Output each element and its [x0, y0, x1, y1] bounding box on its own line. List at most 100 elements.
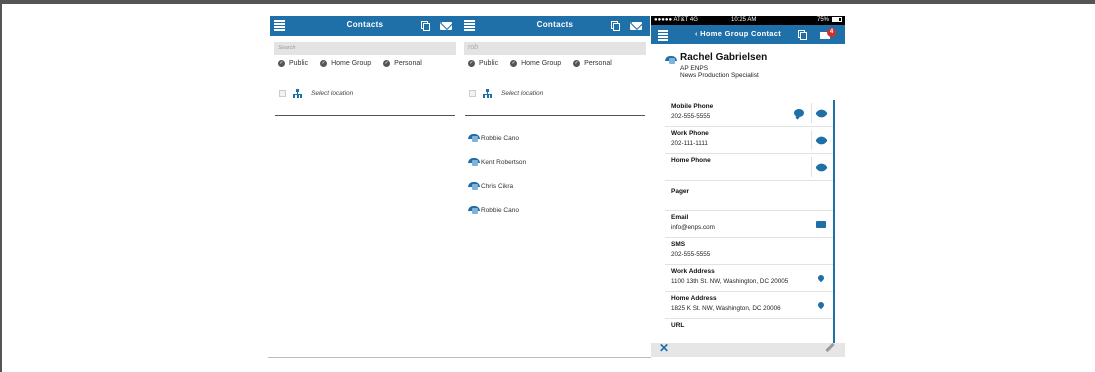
- contact-header: Rachel Gabrielsen AP ENPS News Productio…: [651, 44, 845, 88]
- filter-home-group[interactable]: ✓ Home Group: [320, 60, 371, 67]
- checkmark-icon: ✓: [468, 60, 475, 67]
- checkmark-icon: ✓: [278, 60, 285, 67]
- contact-icon: [468, 206, 480, 214]
- edit-pencil-icon[interactable]: [825, 342, 835, 353]
- window-top-border: [0, 0, 1095, 4]
- back-button[interactable]: ‹ Home Group Contact: [671, 29, 805, 38]
- detail-row-home-phone: Home Phone: [665, 154, 833, 181]
- copy-icon[interactable]: [798, 30, 807, 40]
- envelope-icon: [816, 220, 826, 228]
- copy-icon[interactable]: [421, 21, 430, 31]
- contact-name: Kent Robertson: [481, 158, 527, 166]
- phone-icon: [815, 160, 828, 174]
- org-chart-icon: [293, 89, 302, 98]
- nav-bar: Contacts: [270, 16, 460, 36]
- filter-home-group[interactable]: ✓ Home Group: [510, 60, 561, 67]
- email-button[interactable]: [811, 214, 831, 234]
- map-pin-icon: [816, 273, 826, 283]
- detail-label: Pager: [671, 188, 690, 195]
- mail-icon[interactable]: [630, 22, 642, 30]
- filter-label: Personal: [584, 60, 612, 67]
- detail-row-sms: SMS 202-555-5555: [665, 238, 833, 265]
- detail-value: 1100 13th St. NW, Washington, DC 20005: [671, 278, 789, 285]
- contact-icon: [468, 134, 480, 142]
- list-item[interactable]: Chris Cikra: [460, 174, 650, 198]
- filter-personal[interactable]: ✓ Personal: [573, 60, 612, 67]
- filter-label: Public: [289, 60, 309, 67]
- checkmark-icon: ✓: [383, 60, 391, 67]
- filter-public[interactable]: ✓ Public: [468, 60, 498, 67]
- detail-row-work-phone: Work Phone 202-111-1111: [665, 127, 833, 154]
- detail-value: info@enps.com: [671, 224, 715, 231]
- search-input[interactable]: rob: [464, 42, 646, 55]
- filter-label: Public: [479, 60, 499, 67]
- location-label: Select location: [501, 90, 544, 97]
- filter-label: Personal: [394, 60, 422, 67]
- carrier-text: ●●●●● AT&T 4G: [654, 17, 698, 23]
- contact-name: Robbie Cano: [481, 206, 519, 214]
- detail-label: URL: [671, 322, 685, 329]
- detail-value: 202-555-5555: [671, 251, 711, 258]
- detail-value: 202-111-1111: [671, 140, 708, 147]
- detail-row-mobile-phone: Mobile Phone 202-555-5555: [665, 100, 833, 127]
- call-button[interactable]: [811, 103, 831, 123]
- mail-icon[interactable]: [440, 22, 452, 30]
- contact-icon: [665, 56, 677, 64]
- detail-row-url: URL: [665, 319, 833, 343]
- filter-label: Home Group: [521, 60, 562, 67]
- phone-icon: [815, 133, 828, 147]
- map-button[interactable]: [811, 268, 831, 288]
- checkmark-icon: ✓: [320, 60, 328, 67]
- location-checkbox[interactable]: [279, 90, 286, 97]
- detail-label: Email: [671, 214, 689, 221]
- detail-label: SMS: [671, 241, 686, 248]
- filter-public[interactable]: ✓ Public: [278, 60, 308, 67]
- close-icon[interactable]: ✕: [659, 341, 669, 355]
- phone-icon: [815, 106, 828, 120]
- detail-row-pager: Pager: [665, 181, 833, 211]
- copy-icon[interactable]: [611, 21, 620, 31]
- message-button[interactable]: [789, 103, 809, 123]
- list-item[interactable]: Robbie Cano: [460, 126, 650, 150]
- detail-label: Home Address: [671, 295, 717, 302]
- list-item[interactable]: Kent Robertson: [460, 150, 650, 174]
- contact-icon: [468, 182, 480, 190]
- divider: [268, 357, 651, 358]
- call-button[interactable]: [811, 157, 831, 177]
- divider: [465, 115, 645, 116]
- detail-label: Home Phone: [671, 157, 711, 164]
- chat-bubble-icon: [794, 109, 804, 117]
- divider: [275, 115, 455, 116]
- location-selector[interactable]: Select location: [469, 89, 650, 98]
- list-item[interactable]: Robbie Cano: [460, 198, 650, 222]
- map-button[interactable]: [811, 295, 831, 315]
- org-chart-icon: [483, 89, 492, 98]
- detail-row-email: Email info@enps.com: [665, 211, 833, 238]
- filter-label: Home Group: [331, 60, 372, 67]
- filter-personal[interactable]: ✓ Personal: [383, 60, 422, 67]
- search-input[interactable]: Search: [274, 42, 456, 55]
- bottom-toolbar: ✕: [651, 341, 845, 357]
- menu-icon[interactable]: [658, 30, 668, 41]
- scrollbar[interactable]: [833, 100, 835, 343]
- contact-name: Rachel Gabrielsen: [680, 52, 768, 63]
- nav-bar: Contacts: [460, 16, 650, 36]
- call-button[interactable]: [811, 130, 831, 150]
- detail-list[interactable]: Mobile Phone 202-555-5555 Work Phone 202…: [665, 100, 833, 343]
- location-checkbox[interactable]: [469, 90, 476, 97]
- window-left-border: [0, 0, 2, 372]
- contact-name: Robbie Cano: [481, 134, 519, 142]
- checkmark-icon: ✓: [510, 60, 518, 67]
- battery-text: 75%: [816, 17, 829, 23]
- filter-group: ✓ Public ✓ Home Group ✓ Personal: [468, 60, 650, 67]
- battery-icon: [832, 17, 842, 22]
- contact-name: Chris Cikra: [481, 182, 514, 190]
- location-label: Select location: [311, 90, 354, 97]
- location-selector[interactable]: Select location: [279, 89, 460, 98]
- contacts-panel-search-results: Contacts rob ✓ Public ✓ Home Group ✓ Person…: [460, 16, 650, 357]
- status-bar: ●●●●● AT&T 4G 10:25 AM 75%: [651, 16, 845, 25]
- contacts-panel-search-empty: Contacts Search ✓ Public ✓ Home Group ✓ Per…: [270, 16, 460, 357]
- contact-title: News Production Specialist: [680, 72, 759, 79]
- clock-text: 10:25 AM: [731, 17, 757, 23]
- checkmark-icon: ✓: [573, 60, 581, 67]
